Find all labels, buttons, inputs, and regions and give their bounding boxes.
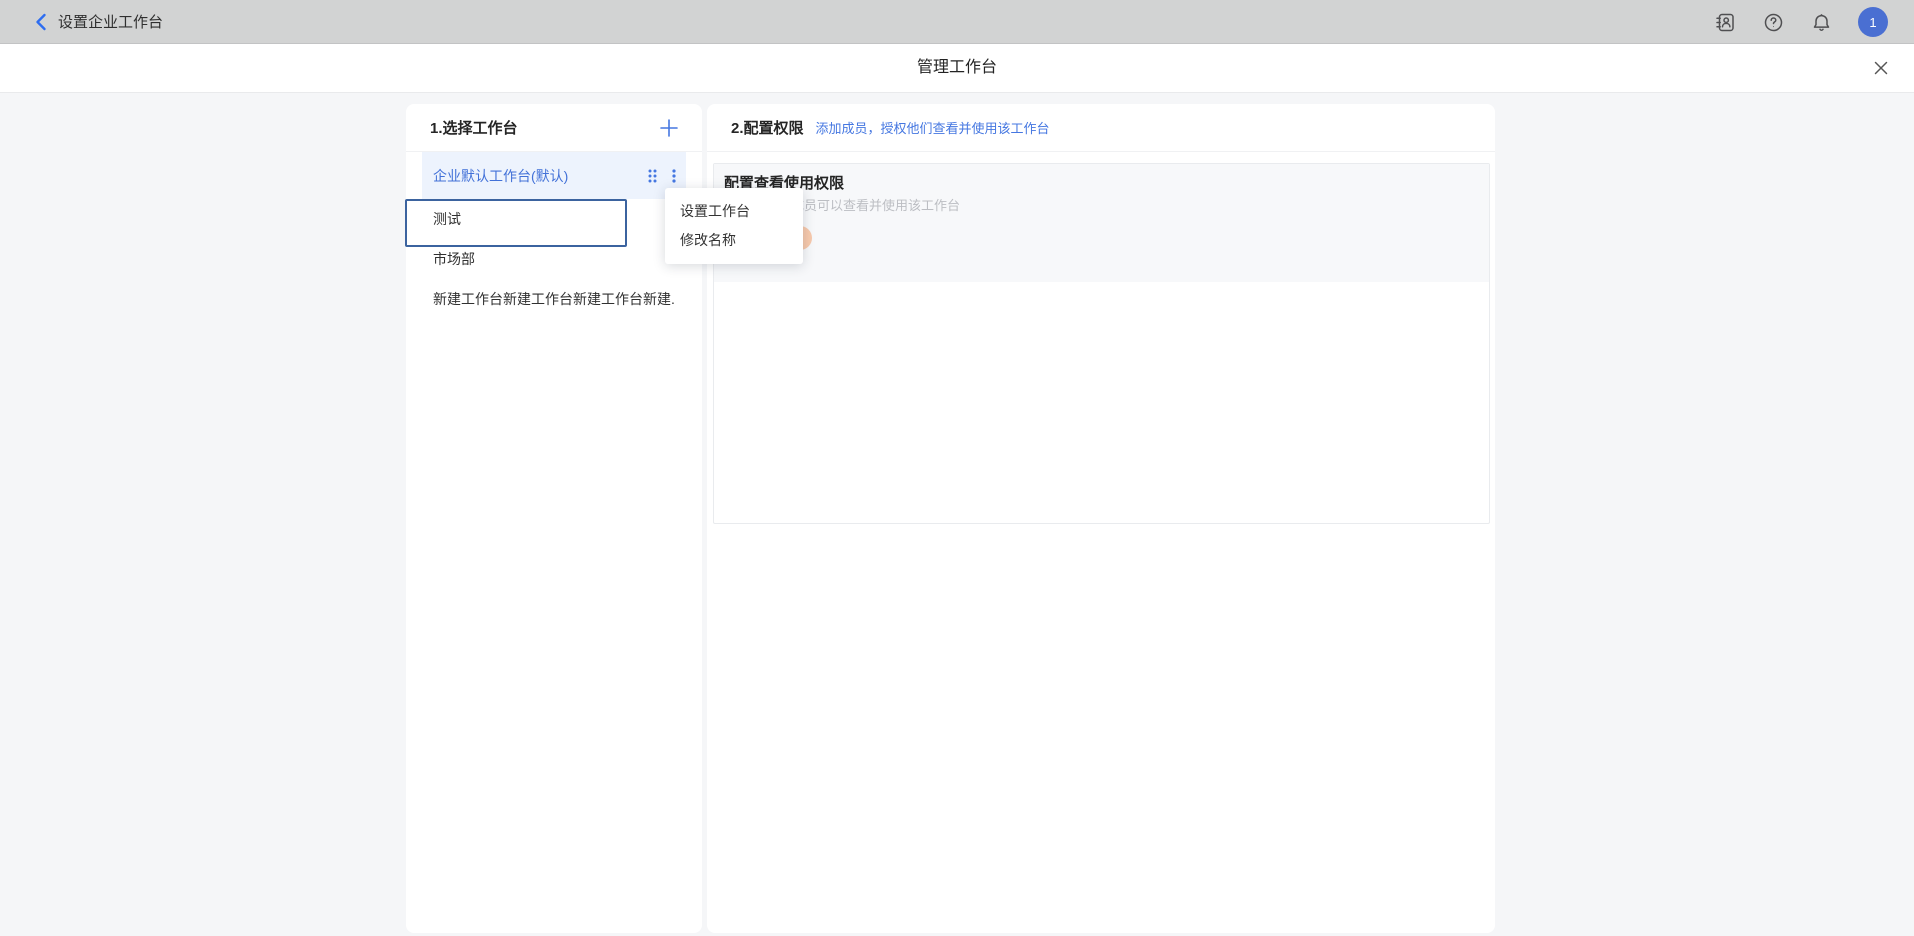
- more-menu-icon[interactable]: [672, 169, 676, 183]
- back-button[interactable]: 设置企业工作台: [34, 11, 163, 32]
- right-panel-header: 2.配置权限 添加成员，授权他们查看并使用该工作台: [707, 104, 1495, 152]
- manage-workspace-screen: 设置企业工作台: [0, 0, 1914, 936]
- workspace-item-default[interactable]: 企业默认工作台(默认): [422, 152, 686, 199]
- workspace-select-panel: 1.选择工作台 企业默认工作台(默认): [406, 104, 702, 933]
- workspace-item[interactable]: 测试: [422, 199, 686, 239]
- workspace-item-label: 测试: [433, 209, 676, 229]
- permission-card-header: 配置查看使用权限 成员可以查看并使用该工作台: [714, 164, 1489, 282]
- contacts-icon[interactable]: [1714, 11, 1736, 33]
- permission-config-panel: 2.配置权限 添加成员，授权他们查看并使用该工作台 配置查看使用权限 成员可以查…: [707, 104, 1495, 933]
- page-title: 管理工作台: [0, 44, 1914, 92]
- user-avatar[interactable]: 1: [1858, 7, 1888, 37]
- bell-icon[interactable]: [1810, 11, 1832, 33]
- workspace-item[interactable]: 新建工作台新建工作台新建工作台新建...: [422, 279, 686, 319]
- modal-title-bar: 管理工作台: [0, 44, 1914, 93]
- add-members-link[interactable]: 添加成员，授权他们查看并使用该工作台: [816, 118, 1050, 137]
- back-label: 设置企业工作台: [58, 11, 163, 32]
- drag-handle-icon[interactable]: [648, 169, 657, 183]
- workspace-list: 企业默认工作台(默认): [406, 152, 702, 319]
- add-workspace-button[interactable]: [658, 117, 680, 139]
- help-icon[interactable]: [1762, 11, 1784, 33]
- permission-card: 配置查看使用权限 成员可以查看并使用该工作台: [713, 163, 1490, 524]
- topbar-actions: 1: [1714, 0, 1888, 44]
- workspace-item[interactable]: 市场部: [422, 239, 686, 279]
- left-panel-header: 1.选择工作台: [406, 104, 702, 152]
- permission-card-description: 成员可以查看并使用该工作台: [791, 197, 960, 215]
- workspace-item-label: 市场部: [433, 249, 676, 269]
- right-panel-title: 2.配置权限: [731, 117, 804, 138]
- permission-card-title: 配置查看使用权限: [714, 164, 1489, 194]
- menu-item-set-workspace[interactable]: 设置工作台: [665, 197, 803, 226]
- app-top-bar: 设置企业工作台: [0, 0, 1914, 44]
- close-icon[interactable]: [1872, 59, 1890, 77]
- workspace-context-menu: 设置工作台 修改名称: [665, 188, 803, 264]
- left-panel-title: 1.选择工作台: [430, 117, 518, 138]
- workspace-item-label: 企业默认工作台(默认): [433, 166, 648, 186]
- menu-item-rename[interactable]: 修改名称: [665, 226, 803, 255]
- back-chevron-icon: [34, 13, 48, 31]
- workspace-item-label: 新建工作台新建工作台新建工作台新建...: [433, 289, 676, 309]
